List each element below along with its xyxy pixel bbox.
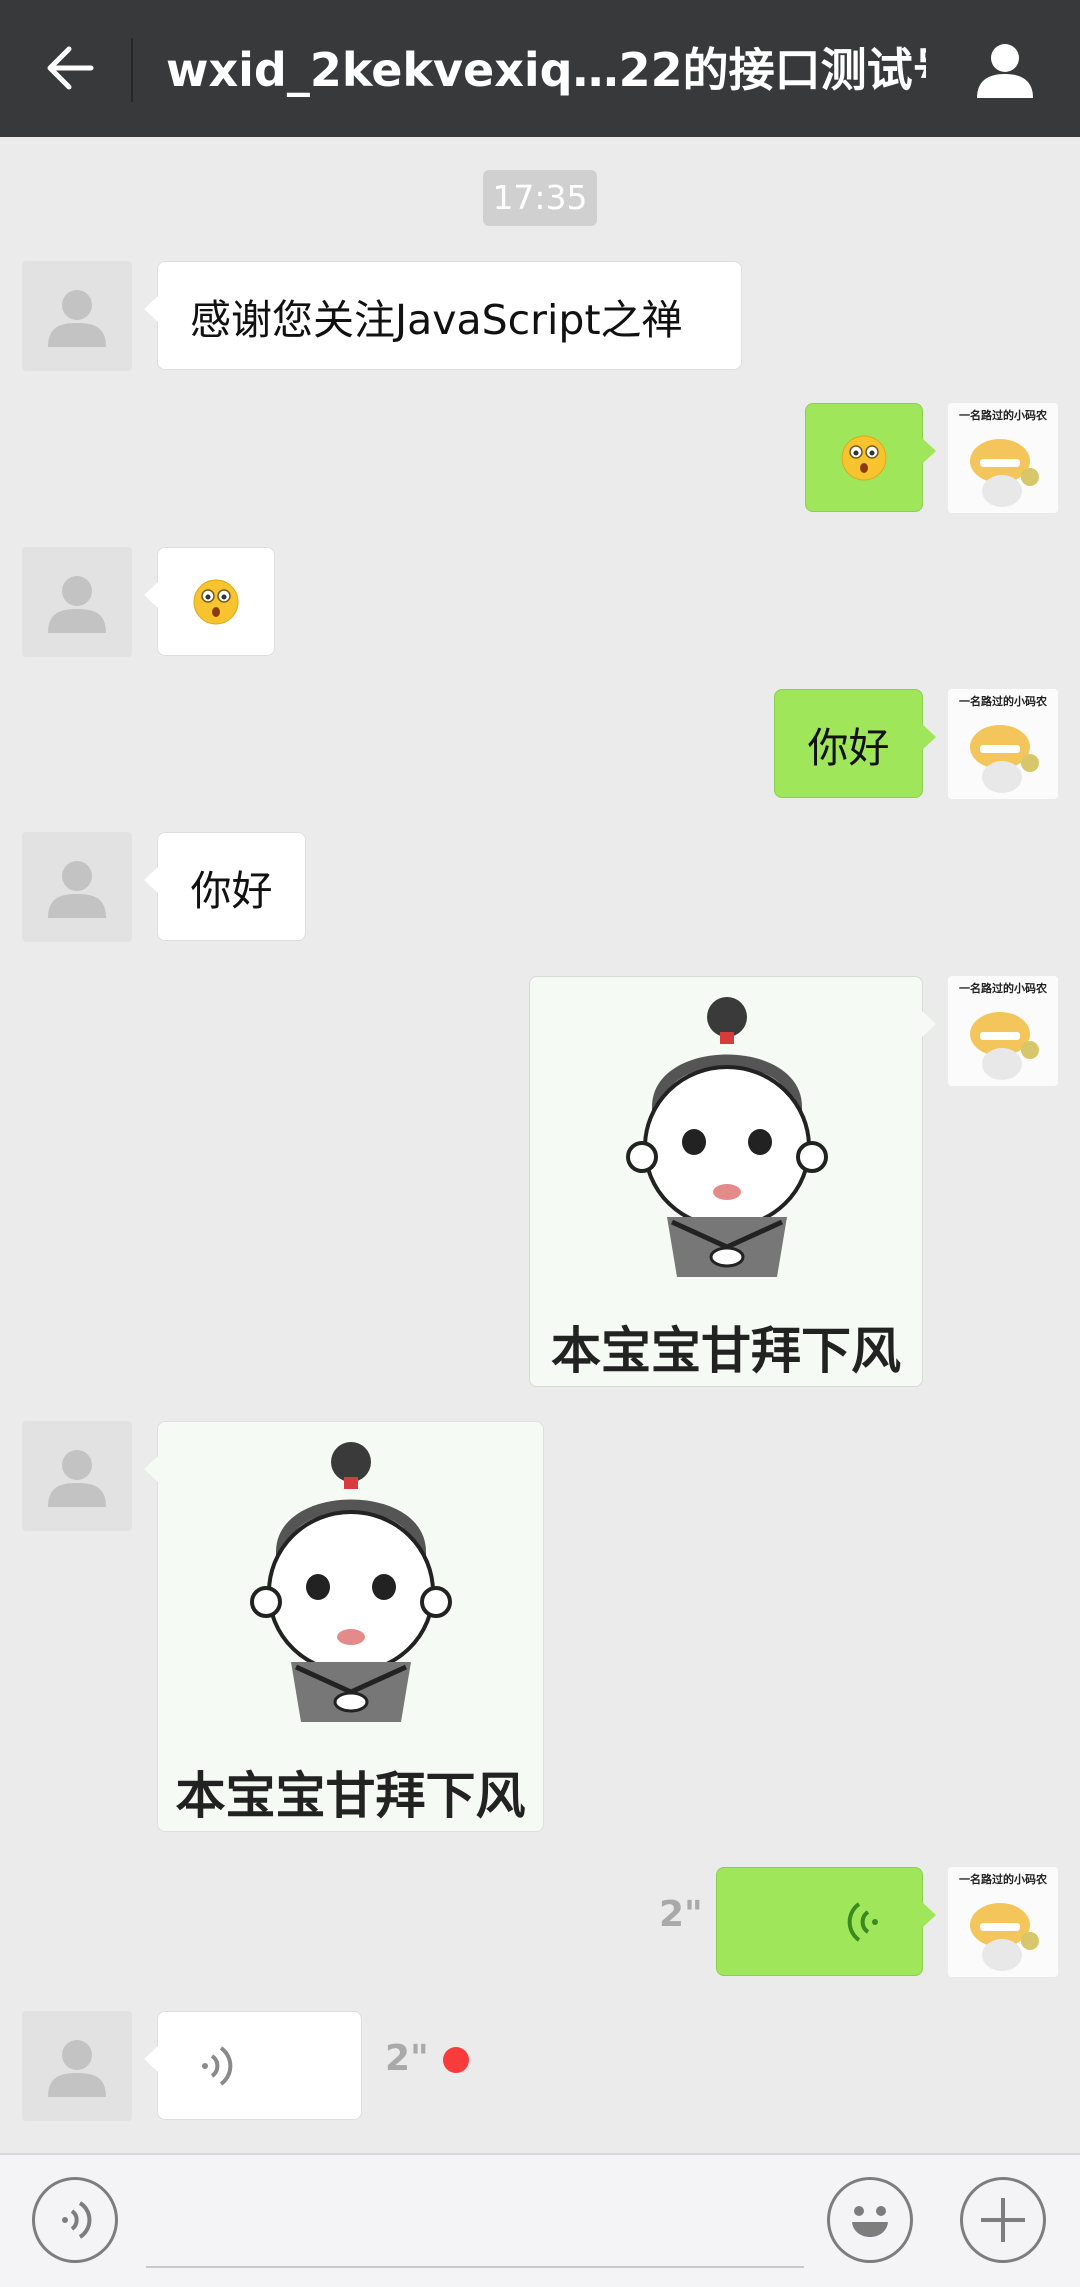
sticker-message[interactable]: 本宝宝甘拜下风: [529, 976, 936, 1387]
more-functions-button[interactable]: [960, 2177, 1046, 2263]
default-avatar-icon: [48, 290, 106, 347]
message-bubble[interactable]: 你好: [774, 689, 936, 798]
contact-avatar[interactable]: [22, 547, 132, 657]
message-bubble[interactable]: [805, 403, 936, 512]
header-divider: [131, 38, 133, 102]
default-avatar-icon: [48, 1450, 106, 1507]
contact-avatar[interactable]: [22, 832, 132, 942]
sticker-image: [250, 1442, 452, 1722]
chat-title: wxid_2kekvexiq…22的接口测试号: [166, 43, 926, 97]
message-text: 感谢您关注JavaScript之禅: [190, 295, 683, 344]
voice-message[interactable]: [144, 2011, 362, 2120]
voice-wave-icon: [847, 1901, 878, 1942]
unread-dot: [443, 2047, 469, 2073]
default-avatar-icon: [48, 2040, 106, 2097]
voice-message[interactable]: [716, 1867, 936, 1976]
default-avatar-icon: [48, 576, 106, 633]
back-button[interactable]: [40, 38, 100, 98]
sticker-image: [626, 997, 828, 1277]
my-avatar[interactable]: 一名路过的小码农: [948, 1867, 1058, 1977]
voice-duration: 2": [659, 1894, 703, 1935]
my-avatar[interactable]: 一名路过的小码农: [948, 976, 1058, 1086]
message-text: 你好: [190, 866, 273, 915]
surprised-face-icon: [841, 435, 887, 480]
voice-duration: 2": [385, 2038, 429, 2079]
plus-icon: [981, 2198, 1025, 2242]
message-bubble[interactable]: [144, 547, 275, 656]
avatar-caption: 一名路过的小码农: [959, 982, 1047, 995]
contact-avatar[interactable]: [22, 261, 132, 371]
contact-avatar[interactable]: [22, 1421, 132, 1531]
surprised-face-icon: [193, 579, 239, 624]
input-bar: [0, 2153, 1080, 2287]
arrow-left-icon: [47, 46, 94, 90]
my-avatar[interactable]: 一名路过的小码农: [948, 403, 1058, 513]
avatar-caption: 一名路过的小码农: [959, 1873, 1047, 1886]
voice-wave-icon: [202, 2045, 233, 2086]
default-avatar-icon: [48, 861, 106, 918]
person-icon: [977, 44, 1033, 98]
time-divider: 17:35: [483, 170, 597, 226]
my-avatar[interactable]: 一名路过的小码农: [948, 689, 1058, 799]
message-bubble[interactable]: 感谢您关注JavaScript之禅: [144, 261, 742, 370]
message-bubble[interactable]: 你好: [144, 832, 306, 941]
avatar-caption: 一名路过的小码农: [959, 695, 1047, 708]
avatar-caption: 一名路过的小码农: [959, 409, 1047, 422]
voice-mode-button[interactable]: [32, 2177, 118, 2263]
emoji-button[interactable]: [827, 2177, 913, 2263]
voice-mode-icon: [62, 2201, 92, 2239]
sticker-caption: 本宝宝甘拜下风: [175, 1767, 526, 1825]
message-input[interactable]: [146, 2266, 804, 2268]
sticker-caption: 本宝宝甘拜下风: [551, 1322, 901, 1380]
sticker-message[interactable]: 本宝宝甘拜下风: [144, 1421, 544, 1832]
chat-info-button[interactable]: [970, 35, 1040, 105]
contact-avatar[interactable]: [22, 2011, 132, 2121]
message-text: 你好: [807, 723, 890, 772]
smiley-icon: [852, 2206, 888, 2237]
top-bar: wxid_2kekvexiq…22的接口测试号: [0, 0, 1080, 137]
